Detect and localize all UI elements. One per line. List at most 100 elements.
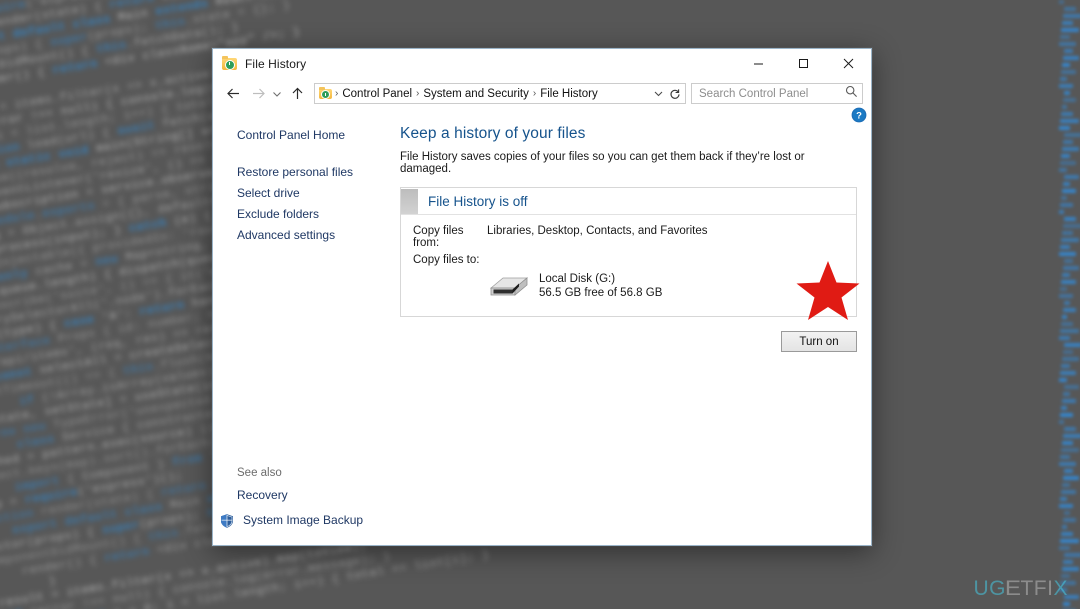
- minimap-block: [1060, 203, 1073, 207]
- minimap-block: [1063, 140, 1073, 144]
- minimap-block: [1062, 105, 1067, 109]
- sidebar-item-control-panel-home[interactable]: Control Panel Home: [213, 125, 400, 146]
- window-controls: [736, 49, 871, 78]
- minimap-block: [1060, 287, 1067, 291]
- minimap-block: [1059, 84, 1073, 88]
- minimap-block: [1064, 343, 1080, 347]
- minimize-button[interactable]: [736, 49, 781, 78]
- file-history-folder-clock-icon: [222, 55, 238, 72]
- breadcrumb-item-file-history[interactable]: File History: [537, 88, 601, 100]
- minimap-block: [1059, 126, 1070, 130]
- minimap-block: [1064, 259, 1073, 263]
- turn-on-button[interactable]: Turn on: [781, 331, 857, 352]
- up-arrow-icon[interactable]: [287, 84, 307, 104]
- minimap-block: [1063, 308, 1076, 312]
- minimap-block: [1062, 231, 1073, 235]
- minimap-block: [1060, 329, 1079, 333]
- sidebar-item-system-image-backup[interactable]: System Image Backup: [213, 510, 400, 531]
- sidebar-item-recovery[interactable]: Recovery: [213, 485, 400, 506]
- minimap-block: [1063, 350, 1073, 354]
- back-arrow-icon[interactable]: [223, 84, 243, 104]
- watermark-part-3: TFI: [1020, 577, 1054, 600]
- copy-files-to-row: Copy files to:: [401, 254, 856, 271]
- minimap-block: [1063, 392, 1070, 396]
- minimap-block: [1062, 357, 1079, 361]
- minimap-block: [1064, 469, 1073, 473]
- svg-text:?: ?: [856, 111, 862, 122]
- code-line: }: [48, 574, 59, 589]
- minimap-block: [1061, 532, 1073, 536]
- minimap-block: [1063, 224, 1080, 228]
- minimap-block: [1060, 77, 1067, 81]
- sidebar-item-advanced-settings[interactable]: Advanced settings: [213, 225, 400, 246]
- minimap-block: [1060, 413, 1073, 417]
- help-question-icon[interactable]: ?: [851, 107, 867, 123]
- minimap-block: [1059, 210, 1064, 214]
- minimap-block: [1062, 483, 1070, 487]
- minimap-block: [1062, 21, 1073, 25]
- minimap-block: [1063, 98, 1076, 102]
- minimap-block: [1063, 14, 1080, 18]
- breadcrumb-bar[interactable]: › Control Panel › System and Security › …: [314, 83, 686, 104]
- page-subtitle: File History saves copies of your files …: [400, 151, 805, 175]
- see-also-label: See also: [237, 467, 282, 479]
- minimap-block: [1059, 252, 1076, 256]
- close-button[interactable]: [826, 49, 871, 78]
- watermark-part-2: E: [1004, 577, 1022, 600]
- sidebar-item-exclude-folders[interactable]: Exclude folders: [213, 204, 400, 225]
- maximize-button[interactable]: [781, 49, 826, 78]
- minimap-block: [1061, 448, 1079, 452]
- refresh-icon[interactable]: [666, 88, 684, 100]
- search-icon[interactable]: [845, 85, 858, 103]
- external-hard-drive-icon: [487, 272, 529, 300]
- sidebar: Control Panel Home Restore personal file…: [213, 109, 400, 545]
- sidebar-item-restore-personal-files[interactable]: Restore personal files: [213, 162, 400, 183]
- copy-files-to-label: Copy files to:: [413, 254, 480, 266]
- minimap-block: [1059, 294, 1073, 298]
- minimap-block: [1059, 462, 1076, 466]
- minimap-block: [1063, 602, 1070, 606]
- copy-files-from-row: Copy files from: Libraries, Desktop, Con…: [401, 225, 856, 254]
- minimap-block: [1064, 511, 1070, 515]
- minimap-block: [1064, 49, 1073, 53]
- recent-locations-chevron-icon[interactable]: [270, 84, 284, 104]
- minimap-block: [1061, 364, 1070, 368]
- status-panel-header: File History is off: [401, 188, 856, 215]
- sidebar-item-select-drive[interactable]: Select drive: [213, 183, 400, 204]
- search-input[interactable]: Search Control Panel: [691, 83, 863, 104]
- minimap-block: [1063, 434, 1080, 438]
- minimap-block: [1060, 539, 1079, 543]
- window-titlebar[interactable]: File History: [213, 49, 871, 78]
- status-title: File History is off: [428, 193, 528, 209]
- minimap-block: [1062, 441, 1073, 445]
- status-panel-body: Copy files from: Libraries, Desktop, Con…: [401, 215, 856, 316]
- minimap-block: [1061, 112, 1073, 116]
- minimap-block: [1061, 280, 1076, 284]
- minimap-block: [1061, 154, 1070, 158]
- drive-name: Local Disk (G:): [539, 273, 616, 285]
- minimap-block: [1062, 63, 1070, 67]
- turn-on-row: Turn on: [400, 331, 857, 352]
- see-also-section: See also Recovery System Image Backup: [213, 467, 400, 531]
- minimap-block: [1061, 238, 1079, 242]
- breadcrumb-item-control-panel[interactable]: Control Panel: [339, 88, 415, 100]
- window-title: File History: [245, 56, 307, 71]
- minimap-block: [1061, 70, 1076, 74]
- shield-icon: [219, 513, 235, 529]
- editor-minimap-strip: [1058, 0, 1080, 609]
- minimap-block: [1059, 420, 1064, 424]
- status-panel: File History is off Copy files from: Lib…: [400, 187, 857, 317]
- minimap-block: [1060, 35, 1070, 39]
- minimap-block: [1059, 42, 1076, 46]
- minimap-block: [1064, 175, 1079, 179]
- minimap-block: [1060, 119, 1079, 123]
- minimap-block: [1064, 427, 1076, 431]
- minimap-block: [1060, 455, 1070, 459]
- breadcrumb-item-system-and-security[interactable]: System and Security: [420, 88, 531, 100]
- chevron-down-icon[interactable]: [651, 90, 666, 97]
- file-history-window: File History › Control Panel › System an…: [212, 48, 872, 546]
- minimap-block: [1059, 546, 1070, 550]
- minimap-block: [1059, 0, 1064, 4]
- address-bar: › Control Panel › System and Security › …: [213, 78, 871, 109]
- minimap-block: [1062, 315, 1067, 319]
